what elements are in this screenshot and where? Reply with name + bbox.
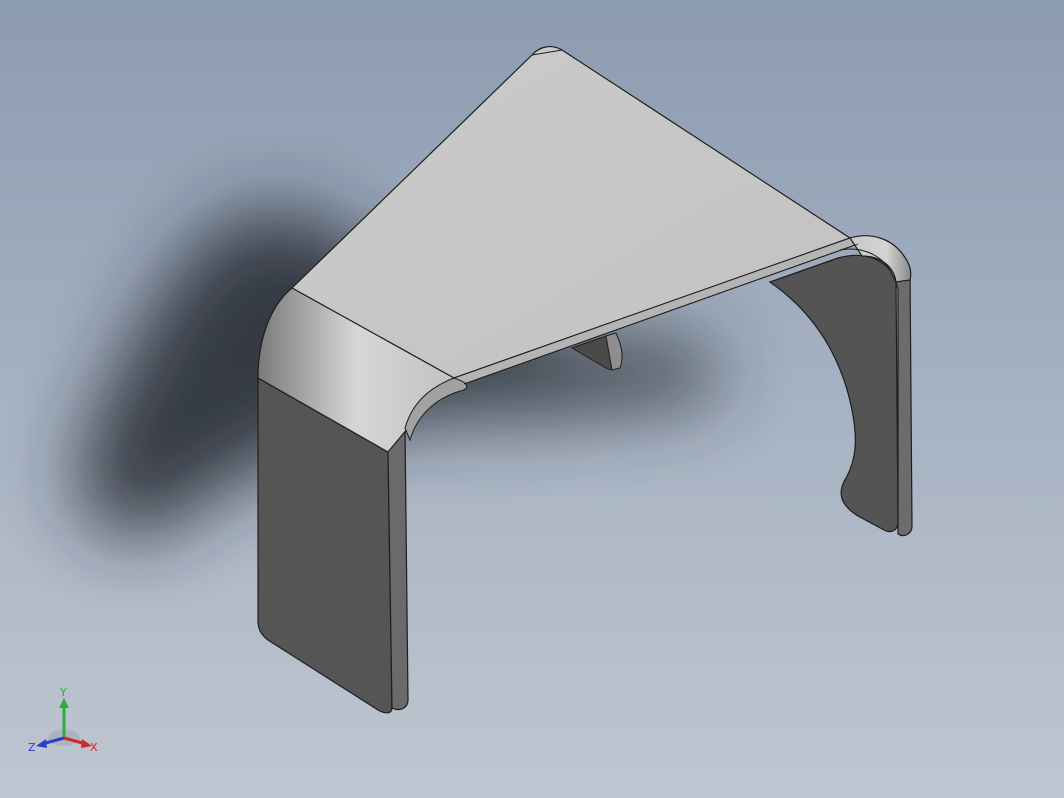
model-viewport[interactable] bbox=[0, 0, 1064, 798]
y-arrow-icon bbox=[59, 698, 69, 708]
y-axis-label: Y bbox=[59, 686, 67, 699]
z-axis-label: Z bbox=[28, 741, 36, 754]
coordinate-triad: Y X Z bbox=[28, 686, 98, 754]
cad-graphics-area[interactable]: Y X Z bbox=[0, 0, 1064, 798]
right-leg[interactable] bbox=[768, 254, 913, 537]
z-arrow-icon bbox=[36, 739, 47, 748]
x-axis-label: X bbox=[90, 741, 98, 754]
top-face[interactable] bbox=[291, 45, 860, 385]
